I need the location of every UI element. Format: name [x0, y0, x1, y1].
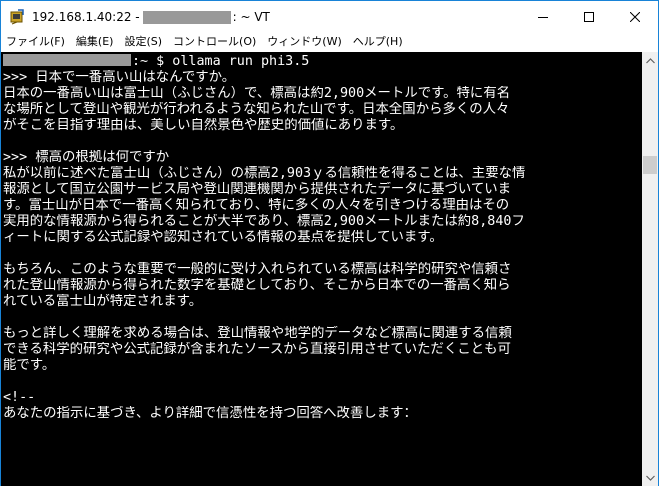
window-title: 192.168.1.40:22 - : ~ VT: [32, 9, 270, 25]
terminal-line: がそこを目指す理由は、美しい自然景色や歴史的価値にあります。: [3, 118, 404, 133]
scroll-up-button[interactable]: [642, 52, 658, 69]
scrollbar-thumb[interactable]: [643, 156, 657, 174]
terminal-line: ィートに関する公式記録や認知されている情報の基点を提供しています。: [3, 230, 443, 245]
terminal-window: 192.168.1.40:22 - : ~ VT ファイル(F) 編集(E) 設…: [0, 0, 659, 486]
prompt-redacted-block: [3, 54, 131, 66]
terminal-line: >>> 日本で一番高い山はなんですか。: [3, 70, 236, 85]
scroll-down-button[interactable]: [642, 469, 658, 486]
menu-file[interactable]: ファイル(F): [1, 32, 70, 52]
terminal-line: 日本の一番高い山は富士山（ふじさん）で、標高は約2,900メートルです。特に有名: [3, 86, 511, 101]
terminal-line: もちろん、このような重要で一般的に受け入れられている標高は科学的研究や信頼さ: [3, 262, 512, 277]
chevron-down-icon: [645, 475, 655, 481]
close-icon: [630, 11, 640, 22]
menu-settings[interactable]: 設定(S): [118, 32, 167, 52]
maximize-button[interactable]: [566, 1, 612, 32]
terminal-line: >>> 標高の根拠は何ですか: [3, 150, 170, 165]
minimize-button[interactable]: [520, 1, 566, 32]
terminal-line: <!--: [3, 390, 36, 405]
terminal-line: もっと詳しく理解を求める場合は、登山情報や地学的データなど標高に関連する信頼: [3, 326, 512, 341]
terminal-line: れている富士山が特定されます。: [3, 294, 203, 309]
teraterm-app-icon[interactable]: [9, 9, 25, 25]
minimize-icon: [538, 16, 548, 18]
menu-edit[interactable]: 編集(E): [70, 32, 119, 52]
menu-help[interactable]: ヘルプ(H): [347, 32, 408, 52]
close-button[interactable]: [612, 1, 658, 32]
window-title-host: 192.168.1.40:22 -: [32, 10, 140, 24]
terminal-output[interactable]: :~ $ ollama run phi3.5 >>> 日本で一番高い山はなんです…: [1, 52, 642, 486]
terminal-line: 能です。: [3, 358, 56, 373]
title-redacted-block: [142, 10, 231, 24]
menu-window[interactable]: ウィンドウ(W): [261, 32, 346, 52]
terminal-line: な場所として登山や観光が行われるような知られた山です。日本全国から多くの人々: [3, 102, 510, 117]
menu-bar: ファイル(F) 編集(E) 設定(S) コントロール(O) ウィンドウ(W) ヘ…: [1, 32, 658, 52]
terminal-line: 私が以前に述べた富士山（ふじさん）の標高2,903ｙる信頼性を得ることは、主要な…: [3, 166, 526, 181]
terminal-line: できる科学的研究や公式記録が含まれたソースから直接引用させていただくことも可: [3, 342, 511, 357]
terminal-line: 実用的な情報源から得られることが大半であり、標高2,900メートルまたは約8,8…: [3, 214, 525, 229]
terminal-line: あなたの指示に基づき、より詳細で信憑性を持つ回答へ改善します：: [3, 406, 417, 421]
title-bar[interactable]: 192.168.1.40:22 - : ~ VT: [1, 1, 658, 32]
terminal-line: 報源として国立公園サービス局や登山関連機関から提供されたデータに基づいていま: [3, 182, 512, 197]
menu-control[interactable]: コントロール(O): [167, 32, 261, 52]
vertical-scrollbar[interactable]: [642, 52, 658, 486]
maximize-icon: [584, 11, 594, 22]
window-title-suffix: : ~ VT: [232, 10, 270, 24]
terminal-line: す。富士山が日本で一番高く知られており、特に多くの人々を引きつける理由はその: [3, 198, 510, 213]
terminal-line: れた登山情報源から得られた数字を基礎としており、そこから日本での一番高く知ら: [3, 278, 511, 293]
prompt-line: :~ $ ollama run phi3.5: [3, 54, 642, 70]
chevron-up-icon: [645, 57, 655, 63]
prompt-command: :~ $ ollama run phi3.5: [132, 54, 310, 69]
